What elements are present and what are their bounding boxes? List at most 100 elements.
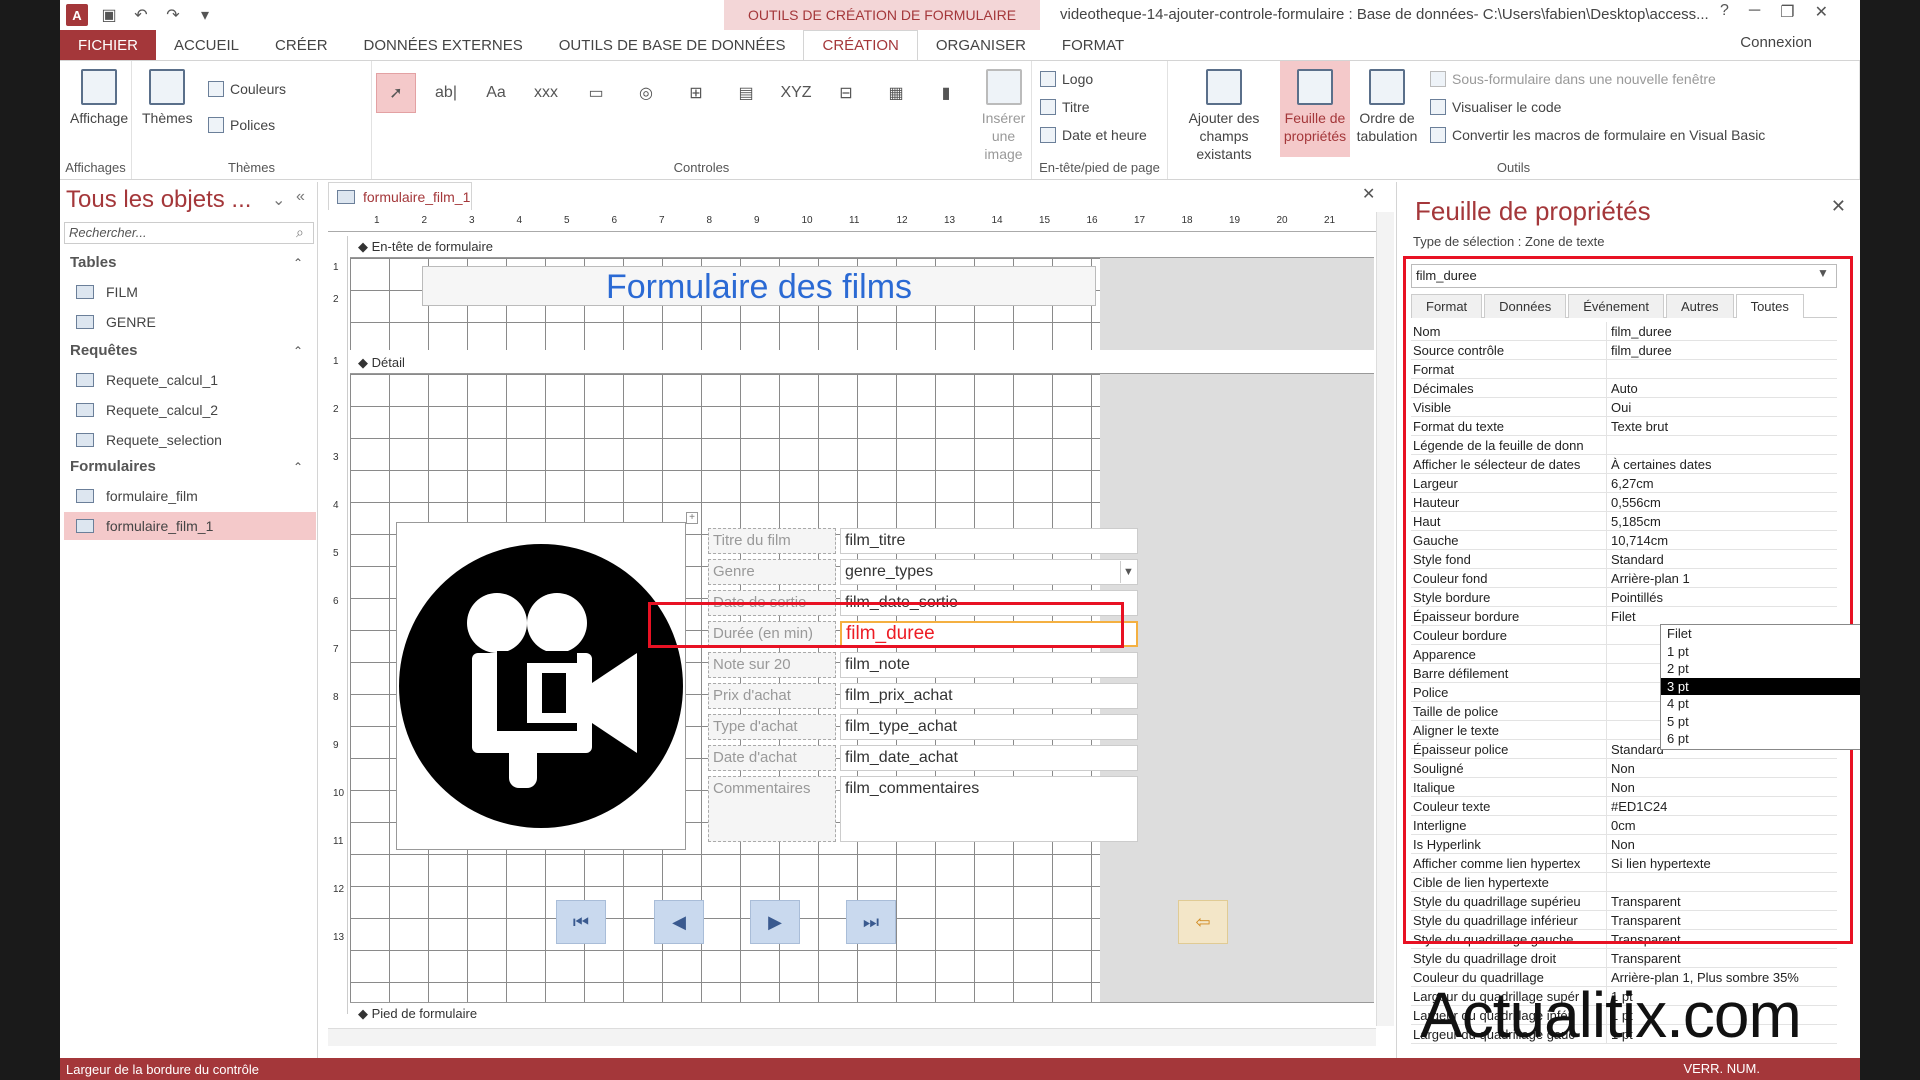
convertir-macros-button[interactable]: Convertir les macros de formulaire en Vi…: [1430, 127, 1765, 143]
image-frame[interactable]: [396, 522, 686, 850]
document-tab[interactable]: formulaire_film_1: [328, 182, 472, 210]
combo-dropdown-icon[interactable]: ▼: [1120, 561, 1136, 583]
collapse-chevron-icon[interactable]: ⌃: [293, 460, 303, 474]
section-footer-bar[interactable]: ◆ Pied de formulaire: [350, 1002, 1374, 1024]
themes-button[interactable]: Thèmes: [142, 69, 193, 127]
close-property-sheet-icon[interactable]: ✕: [1831, 196, 1846, 217]
section-requetes[interactable]: Requêtes: [70, 342, 138, 359]
label-commentaires[interactable]: Commentaires: [708, 776, 836, 842]
polices-button[interactable]: Polices: [208, 117, 275, 133]
label-note[interactable]: Note sur 20: [708, 652, 836, 678]
nav-item-requete-calcul-2[interactable]: Requete_calcul_2: [64, 396, 316, 424]
label-genre[interactable]: Genre: [708, 559, 836, 585]
section-header-bar[interactable]: ◆ En-tête de formulaire: [350, 236, 1374, 258]
control-film-type-achat[interactable]: film_type_achat: [840, 714, 1138, 740]
tab-creer[interactable]: CRÉER: [257, 30, 346, 60]
section-detail-bar[interactable]: ◆ Détail: [350, 352, 1374, 374]
nav-item-formulaire-film[interactable]: formulaire_film: [64, 482, 316, 510]
tab-fichier[interactable]: FICHIER: [60, 30, 156, 60]
label-titre-film[interactable]: Titre du film: [708, 528, 836, 554]
customize-qat-icon[interactable]: ▾: [194, 4, 216, 26]
dropdown-option[interactable]: 6 pt: [1661, 730, 1860, 748]
chart-control-icon[interactable]: ▮: [926, 73, 966, 113]
sous-formulaire-button[interactable]: Sous-formulaire dans une nouvelle fenêtr…: [1430, 71, 1716, 87]
tab-accueil[interactable]: ACCUEIL: [156, 30, 257, 60]
close-icon[interactable]: ✕: [1815, 2, 1828, 22]
property-row[interactable]: Style du quadrillage droitTransparent: [1411, 949, 1837, 968]
logo-button[interactable]: Logo: [1040, 71, 1093, 87]
tab-organiser[interactable]: ORGANISER: [918, 30, 1044, 60]
hyperlink-control-icon[interactable]: ◎: [626, 73, 666, 113]
couleurs-button[interactable]: Couleurs: [208, 81, 286, 97]
nav-search-input[interactable]: Rechercher...: [64, 222, 314, 244]
affichage-button[interactable]: Affichage: [70, 69, 128, 127]
layout-move-handle-icon[interactable]: +: [686, 512, 698, 524]
tab-creation[interactable]: CRÉATION: [803, 30, 917, 60]
last-record-icon[interactable]: ⏭: [846, 900, 896, 944]
access-app-icon[interactable]: A: [66, 4, 88, 26]
next-record-icon[interactable]: ▶: [750, 900, 800, 944]
titre-button[interactable]: Titre: [1040, 99, 1089, 115]
navigation-control-icon[interactable]: ▤: [726, 73, 766, 113]
nav-pane-title[interactable]: Tous les objets ...: [66, 186, 251, 214]
label-control-icon[interactable]: Aa: [476, 73, 516, 113]
dropdown-option[interactable]: 5 pt: [1661, 713, 1860, 731]
section-formulaires[interactable]: Formulaires: [70, 458, 156, 475]
nav-item-requete-calcul-1[interactable]: Requete_calcul_1: [64, 366, 316, 394]
previous-record-icon[interactable]: ◀: [654, 900, 704, 944]
redo-icon[interactable]: ↷: [162, 4, 184, 26]
close-form-icon[interactable]: ⇦: [1178, 900, 1228, 944]
ordre-tabulation-button[interactable]: Ordre de tabulation: [1354, 69, 1420, 145]
vertical-scrollbar[interactable]: [1376, 212, 1394, 1026]
web-browser-control-icon[interactable]: ⊞: [676, 73, 716, 113]
horizontal-scrollbar[interactable]: [328, 1028, 1376, 1046]
feuille-proprietes-button[interactable]: Feuille de propriétés: [1280, 61, 1350, 157]
tab-donnees-externes[interactable]: DONNÉES EXTERNES: [346, 30, 541, 60]
control-film-date-achat[interactable]: film_date_achat: [840, 745, 1138, 771]
section-tables[interactable]: Tables: [70, 254, 116, 271]
collapse-chevron-icon[interactable]: ⌃: [293, 256, 303, 270]
button-control-icon[interactable]: xxx: [526, 73, 566, 113]
visualiser-code-button[interactable]: Visualiser le code: [1430, 99, 1561, 115]
collapse-chevron-icon[interactable]: ⌃: [293, 344, 303, 358]
dropdown-option[interactable]: 4 pt: [1661, 695, 1860, 713]
border-width-dropdown[interactable]: Filet1 pt2 pt3 pt4 pt5 pt6 pt: [1660, 624, 1860, 750]
label-prix-achat[interactable]: Prix d'achat: [708, 683, 836, 709]
control-film-commentaires[interactable]: film_commentaires: [840, 776, 1138, 842]
sign-in-link[interactable]: Connexion: [1740, 34, 1812, 51]
control-film-note[interactable]: film_note: [840, 652, 1138, 678]
search-icon[interactable]: ⌕: [296, 224, 304, 241]
nav-item-genre[interactable]: GENRE: [64, 308, 316, 336]
minimize-icon[interactable]: ─: [1749, 2, 1760, 22]
page-break-icon[interactable]: ⊟: [826, 73, 866, 113]
option-group-icon[interactable]: XYZ: [776, 73, 816, 113]
collapse-pane-icon[interactable]: «: [296, 188, 305, 206]
ajouter-champs-button[interactable]: Ajouter des champs existants: [1172, 69, 1276, 163]
form-title[interactable]: Formulaire des films: [422, 266, 1096, 306]
first-record-icon[interactable]: ⏮: [556, 900, 606, 944]
undo-icon[interactable]: ↶: [130, 4, 152, 26]
label-type-achat[interactable]: Type d'achat: [708, 714, 836, 740]
help-icon[interactable]: ?: [1720, 2, 1729, 22]
control-film-prix-achat[interactable]: film_prix_achat: [840, 683, 1138, 709]
close-document-icon[interactable]: ✕: [1362, 184, 1375, 204]
dropdown-option[interactable]: Filet: [1661, 625, 1860, 643]
tab-control-icon[interactable]: ▭: [576, 73, 616, 113]
save-icon[interactable]: ▣: [98, 4, 120, 26]
restore-icon[interactable]: ❐: [1780, 2, 1794, 22]
nav-menu-chevron-icon[interactable]: ⌄: [272, 190, 285, 210]
property-value[interactable]: Transparent: [1607, 949, 1837, 967]
control-genre-types[interactable]: genre_types: [840, 559, 1138, 585]
tab-format[interactable]: FORMAT: [1044, 30, 1142, 60]
dropdown-option[interactable]: 1 pt: [1661, 643, 1860, 661]
inserer-image-button[interactable]: Insérer une image: [976, 69, 1031, 163]
nav-item-film[interactable]: FILM: [64, 278, 316, 306]
date-heure-button[interactable]: Date et heure: [1040, 127, 1147, 143]
label-date-achat[interactable]: Date d'achat: [708, 745, 836, 771]
nav-item-formulaire-film-1[interactable]: formulaire_film_1: [64, 512, 316, 540]
dropdown-option[interactable]: 2 pt: [1661, 660, 1860, 678]
select-pointer-icon[interactable]: ➚: [376, 73, 416, 113]
nav-item-requete-selection[interactable]: Requete_selection: [64, 426, 316, 454]
control-film-titre[interactable]: film_titre: [840, 528, 1138, 554]
tab-outils-bdd[interactable]: OUTILS DE BASE DE DONNÉES: [541, 30, 804, 60]
